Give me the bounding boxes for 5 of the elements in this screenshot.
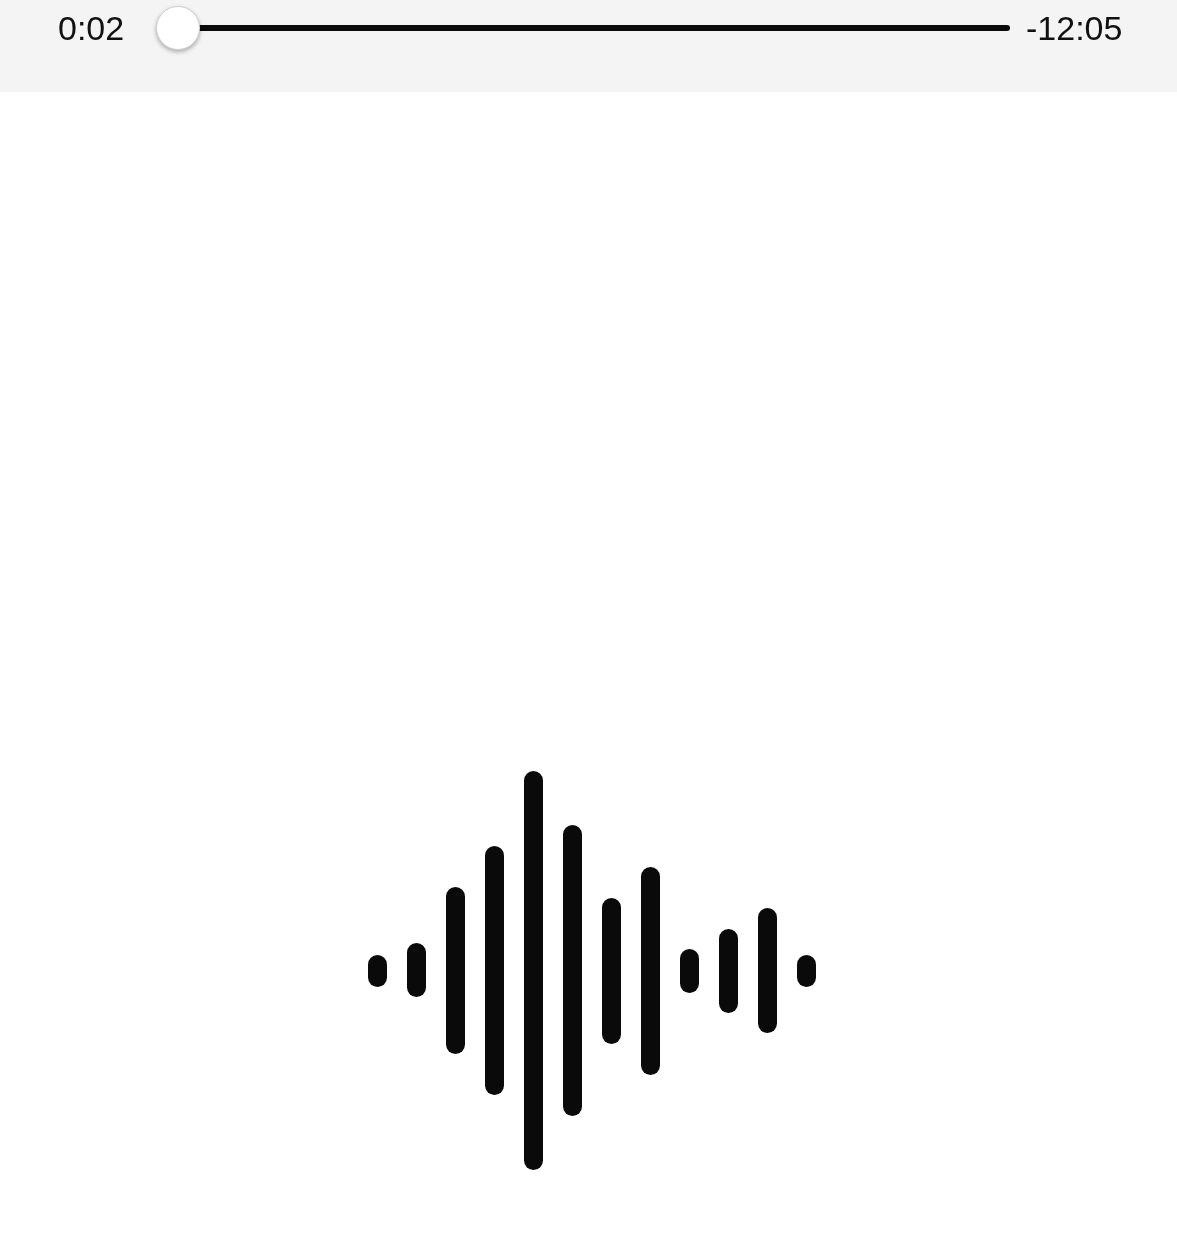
seek-slider[interactable] — [154, 6, 1010, 50]
slider-thumb[interactable] — [156, 6, 201, 50]
waveform-icon — [366, 771, 817, 1171]
elapsed-time: 0:02 — [58, 8, 126, 49]
remaining-time: -12:05 — [1026, 8, 1123, 49]
